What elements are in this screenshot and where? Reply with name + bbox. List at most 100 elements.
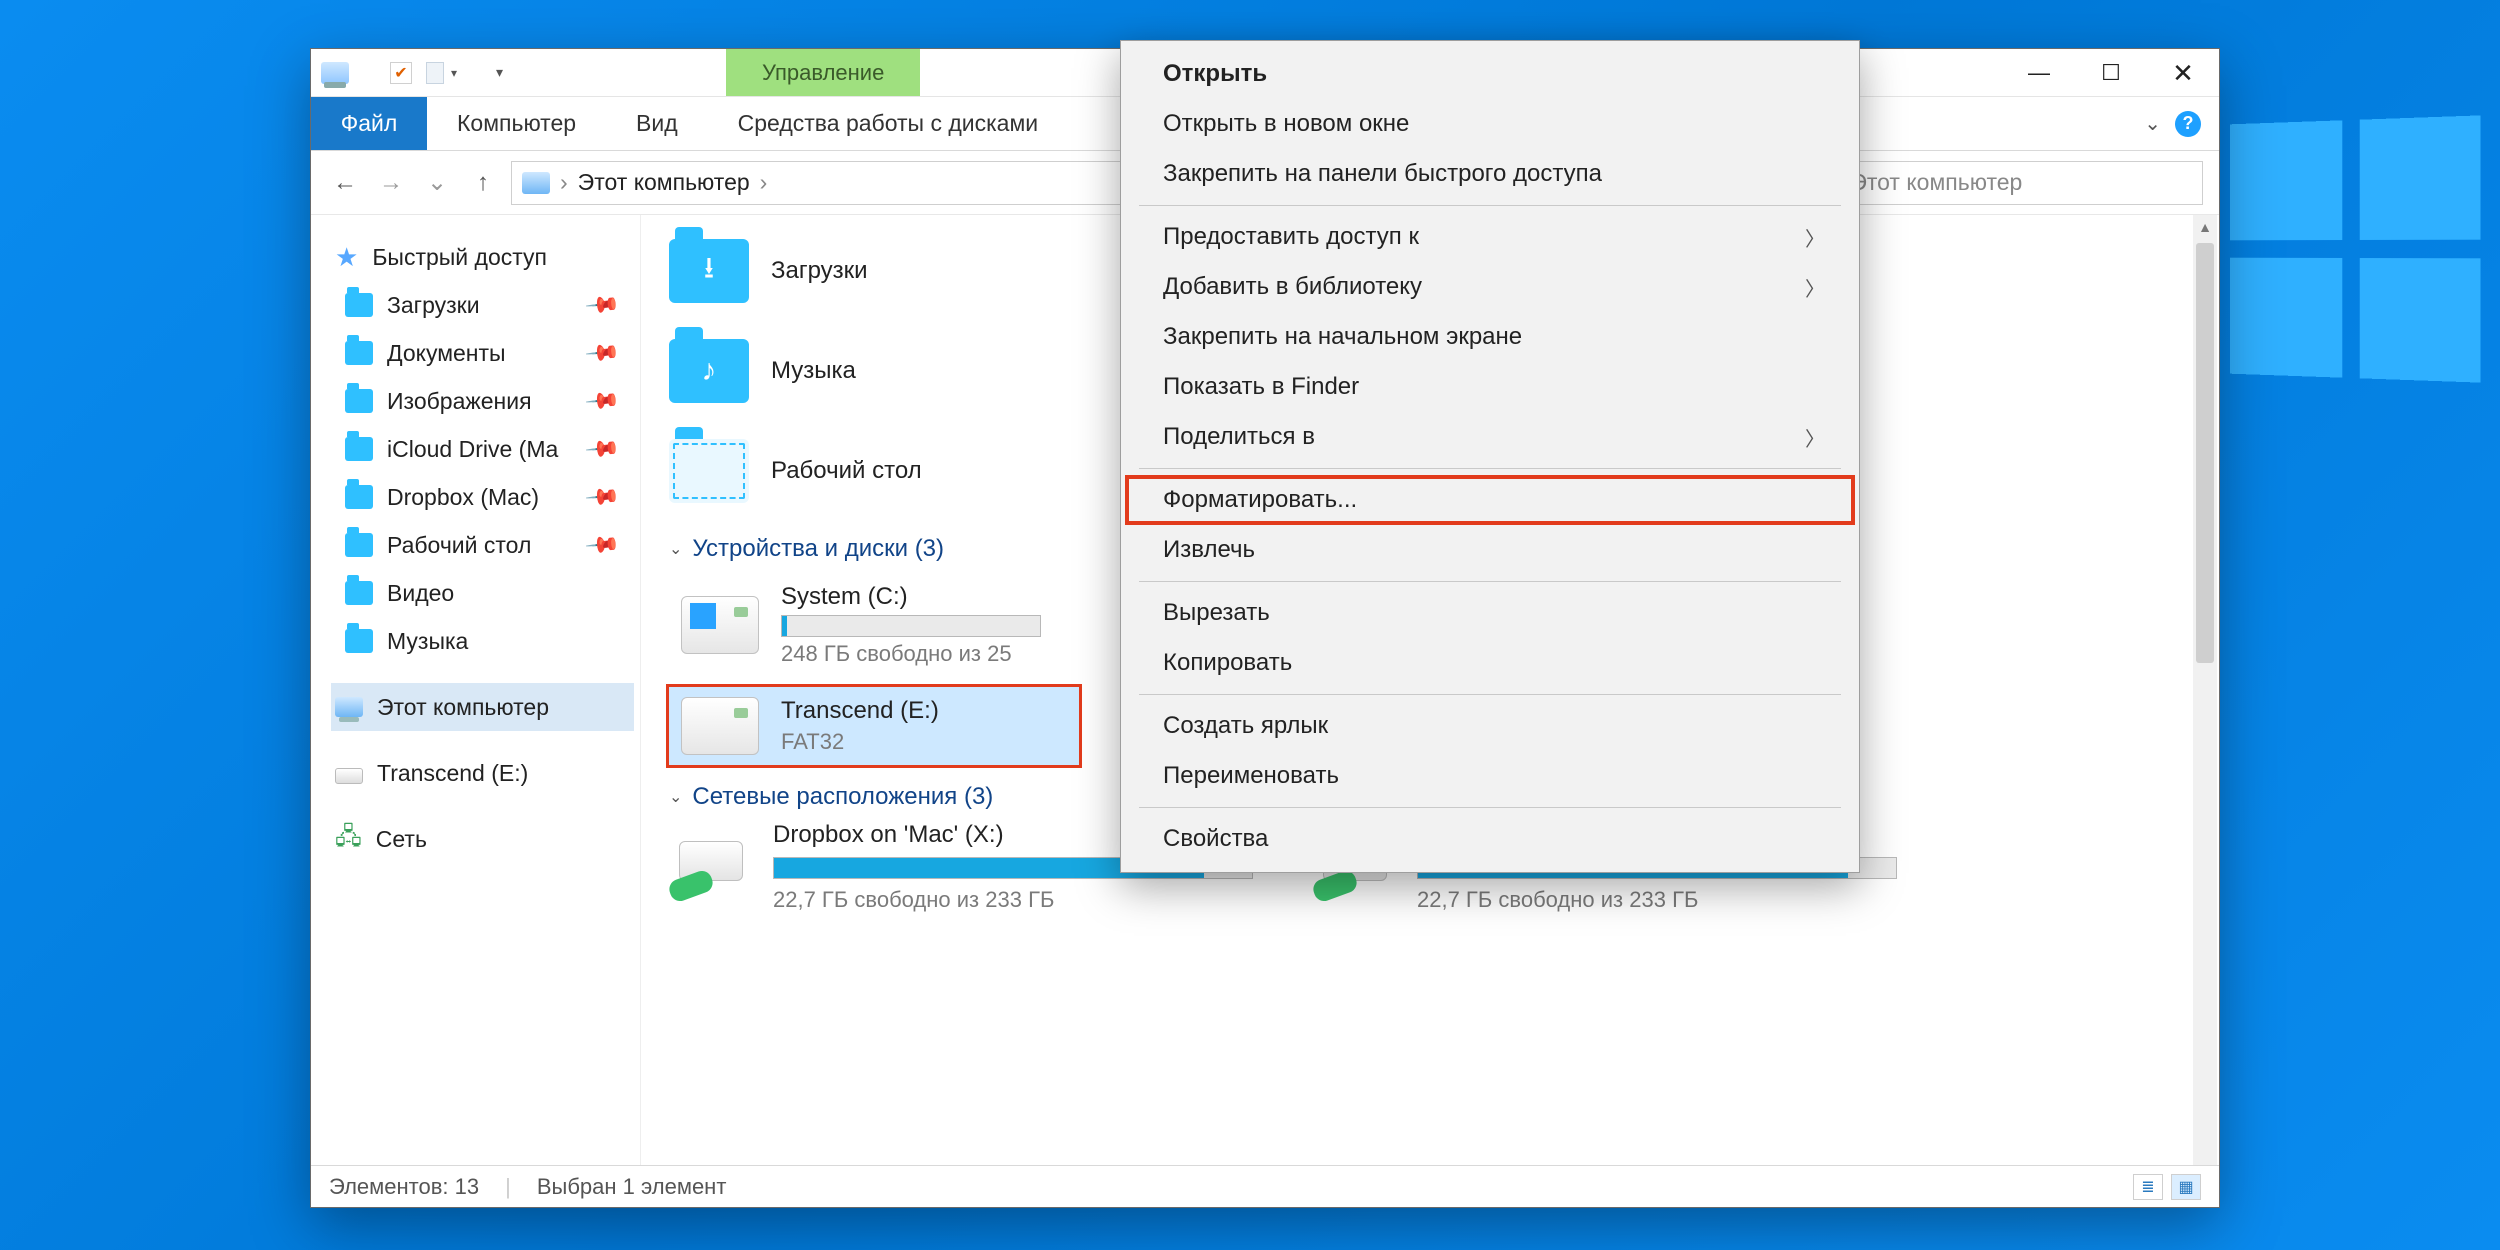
folder-icon	[345, 629, 373, 653]
tab-file[interactable]: Файл	[311, 97, 427, 150]
sidebar-item-dropbox[interactable]: Dropbox (Mac) 📌	[331, 473, 634, 521]
sidebar-item-label: Изображения	[387, 388, 532, 415]
context-menu-item[interactable]: Открыть в новом окне	[1125, 99, 1855, 149]
desktop-windows-logo	[2230, 115, 2481, 382]
sidebar-item-label: Быстрый доступ	[372, 244, 547, 271]
pc-icon	[335, 697, 363, 717]
chevron-right-icon: 〉	[1805, 223, 1825, 252]
context-menu: ОткрытьОткрыть в новом окнеЗакрепить на …	[1120, 40, 1860, 873]
history-dropdown-icon[interactable]: ⌄	[419, 165, 455, 201]
network-icon: 🖧	[335, 819, 362, 860]
search-input[interactable]: ск: Этот компьютер	[1803, 161, 2203, 205]
status-item-count: Элементов: 13	[329, 1174, 479, 1200]
up-button[interactable]: ↑	[465, 165, 501, 201]
ribbon-collapse-icon[interactable]: ⌄	[2144, 111, 2161, 136]
chevron-right-icon[interactable]: ›	[560, 169, 568, 196]
breadcrumb-this-pc[interactable]: Этот компьютер	[578, 169, 750, 196]
context-menu-item[interactable]: Закрепить на панели быстрого доступа	[1125, 149, 1855, 199]
netloc-sublabel: 22,7 ГБ свободно из 233 ГБ	[1417, 887, 1897, 913]
sidebar-item-label: Музыка	[387, 628, 468, 655]
context-menu-item[interactable]: Показать в Finder	[1125, 362, 1855, 412]
tab-drive-tools[interactable]: Средства работы с дисками	[708, 97, 1068, 150]
drive-icon	[335, 768, 363, 784]
qat-customize-icon[interactable]: ▾	[490, 64, 509, 81]
sidebar-item-label: Transcend (E:)	[377, 760, 528, 787]
nav-sidebar: ★ Быстрый доступ Загрузки 📌 Документы 📌 …	[311, 215, 641, 1165]
maximize-button[interactable]: ☐	[2075, 49, 2147, 97]
drive-transcend-e[interactable]: Transcend (E:) FAT32	[669, 687, 1079, 765]
help-icon[interactable]: ?	[2175, 111, 2201, 137]
star-icon: ★	[335, 242, 358, 273]
sidebar-item-label: Документы	[387, 340, 506, 367]
context-menu-item[interactable]: Форматировать...	[1125, 475, 1855, 525]
tab-computer[interactable]: Компьютер	[427, 97, 606, 150]
scrollbar[interactable]: ▲	[2193, 215, 2217, 1165]
drive-label: System (C:)	[781, 583, 1041, 611]
this-pc-icon[interactable]	[321, 62, 349, 84]
chevron-right-icon: 〉	[1805, 423, 1825, 452]
folder-label: Музыка	[771, 357, 856, 385]
chevron-right-icon[interactable]: ›	[760, 169, 768, 196]
folder-icon	[345, 389, 373, 413]
context-menu-item[interactable]: Поделиться в〉	[1125, 412, 1855, 462]
folder-music[interactable]: ♪ Музыка	[669, 325, 1049, 417]
sidebar-item-downloads[interactable]: Загрузки 📌	[331, 281, 634, 329]
context-menu-item[interactable]: Свойства	[1125, 814, 1855, 864]
sidebar-transcend[interactable]: Transcend (E:)	[331, 749, 634, 797]
sidebar-network[interactable]: 🖧 Сеть	[331, 815, 634, 863]
context-menu-item[interactable]: Переименовать	[1125, 751, 1855, 801]
tab-view[interactable]: Вид	[606, 97, 708, 150]
sidebar-item-desktop[interactable]: Рабочий стол 📌	[331, 521, 634, 569]
drive-sublabel: FAT32	[781, 729, 939, 755]
sidebar-this-pc[interactable]: Этот компьютер	[331, 683, 634, 731]
desktop-folder-icon	[669, 439, 749, 503]
view-tiles-icon[interactable]: ▦	[2171, 1174, 2201, 1200]
context-menu-item[interactable]: Копировать	[1125, 638, 1855, 688]
group-label: Устройства и диски (3)	[692, 535, 944, 563]
folder-icon	[345, 533, 373, 557]
context-menu-item[interactable]: Извлечь	[1125, 525, 1855, 575]
drive-sublabel: 248 ГБ свободно из 25	[781, 641, 1041, 667]
sidebar-item-icloud[interactable]: iCloud Drive (Ma 📌	[331, 425, 634, 473]
chevron-right-icon: 〉	[1805, 273, 1825, 302]
usb-drive-icon	[681, 697, 759, 755]
view-details-icon[interactable]: ≣	[2133, 1174, 2163, 1200]
sidebar-item-pictures[interactable]: Изображения 📌	[331, 377, 634, 425]
minimize-button[interactable]: —	[2003, 49, 2075, 97]
group-label: Сетевые расположения (3)	[692, 783, 993, 811]
folder-icon	[345, 581, 373, 605]
netloc-sublabel: 22,7 ГБ свободно из 233 ГБ	[773, 887, 1253, 913]
sidebar-item-documents[interactable]: Документы 📌	[331, 329, 634, 377]
qat-properties-icon[interactable]: ✔	[390, 62, 412, 84]
close-button[interactable]: ✕	[2147, 49, 2219, 97]
folder-desktop[interactable]: Рабочий стол	[669, 425, 1049, 517]
context-menu-item[interactable]: Открыть	[1125, 49, 1855, 99]
sidebar-item-videos[interactable]: Видео	[331, 569, 634, 617]
contextual-tab-manage[interactable]: Управление	[726, 49, 920, 96]
status-selection: Выбран 1 элемент	[537, 1174, 727, 1200]
network-drive-icon	[669, 837, 751, 897]
sidebar-item-label: Dropbox (Mac)	[387, 484, 539, 511]
context-menu-item[interactable]: Предоставить доступ к〉	[1125, 212, 1855, 262]
pin-icon: 📌	[583, 334, 621, 372]
drive-system-c[interactable]: System (C:) 248 ГБ свободно из 25	[669, 573, 1079, 677]
context-menu-item[interactable]: Вырезать	[1125, 588, 1855, 638]
status-bar: Элементов: 13 | Выбран 1 элемент ≣ ▦	[311, 1165, 2219, 1207]
pin-icon: 📌	[583, 382, 621, 420]
drive-label: Transcend (E:)	[781, 697, 939, 725]
folder-label: Рабочий стол	[771, 457, 922, 485]
sidebar-item-label: Загрузки	[387, 292, 480, 319]
pin-icon: 📌	[583, 526, 621, 564]
chevron-down-icon: ⌄	[669, 787, 682, 807]
music-folder-icon: ♪	[669, 339, 749, 403]
system-drive-icon	[681, 596, 759, 654]
sidebar-item-music[interactable]: Музыка	[331, 617, 634, 665]
context-menu-item[interactable]: Добавить в библиотеку〉	[1125, 262, 1855, 312]
back-button[interactable]: ←	[327, 165, 363, 201]
qat-newfolder-icon[interactable]	[426, 62, 444, 84]
sidebar-quick-access[interactable]: ★ Быстрый доступ	[331, 233, 634, 281]
context-menu-item[interactable]: Закрепить на начальном экране	[1125, 312, 1855, 362]
forward-button[interactable]: →	[373, 165, 409, 201]
context-menu-item[interactable]: Создать ярлык	[1125, 701, 1855, 751]
folder-downloads[interactable]: ⭳ Загрузки	[669, 225, 1049, 317]
